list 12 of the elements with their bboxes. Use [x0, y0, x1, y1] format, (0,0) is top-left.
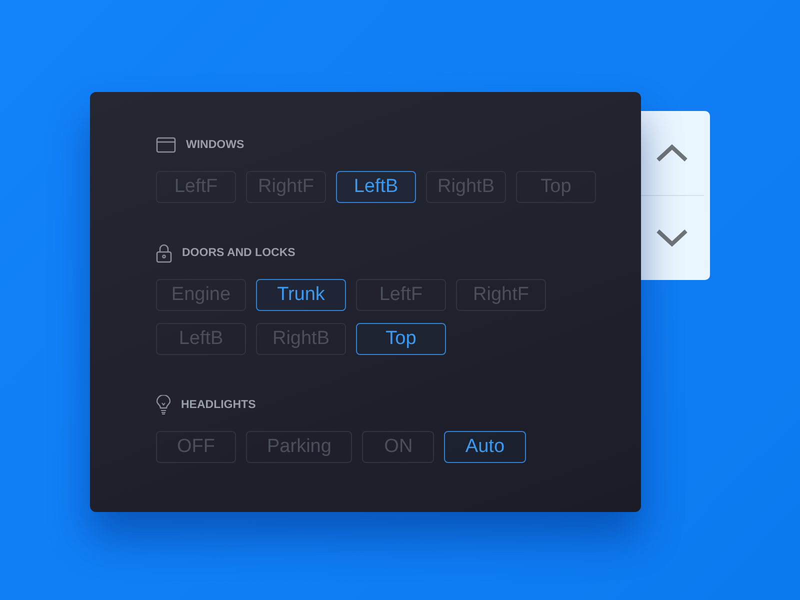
chevron-down-icon: [656, 229, 688, 247]
section-title: WINDOWS: [186, 139, 244, 151]
chevron-up-icon: [656, 144, 688, 162]
window-icon: [156, 137, 176, 153]
option-button[interactable]: Trunk: [256, 279, 346, 311]
light-bulb-icon: [156, 395, 171, 415]
option-button[interactable]: Auto: [444, 431, 526, 463]
option-button[interactable]: LeftB: [336, 171, 416, 203]
section-title: HEADLIGHTS: [181, 399, 256, 411]
section-title: DOORS AND LOCKS: [182, 247, 296, 259]
lock-icon: [156, 244, 172, 262]
option-button[interactable]: Top: [356, 323, 446, 355]
